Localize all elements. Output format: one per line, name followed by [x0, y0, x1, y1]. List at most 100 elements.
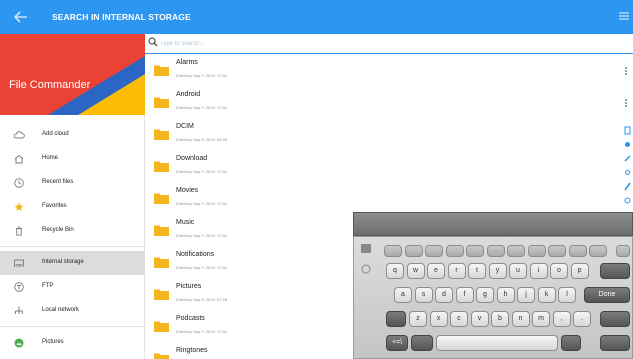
key-h[interactable]: h: [496, 287, 515, 303]
key-u[interactable]: u: [509, 263, 527, 279]
key-period[interactable]: .: [573, 311, 591, 327]
file-meta: Directory Sep 8, 2018, 04:08: [176, 137, 227, 142]
key-c[interactable]: c: [450, 311, 468, 327]
key-q[interactable]: q: [386, 263, 404, 279]
number-key[interactable]: [466, 245, 484, 257]
toolbar: SEARCH IN INTERNAL STORAGE: [0, 0, 633, 34]
key-t[interactable]: t: [468, 263, 486, 279]
emoji-key[interactable]: [411, 335, 433, 351]
keyboard-drag-handle[interactable]: [353, 212, 633, 236]
folder-icon: [154, 289, 169, 300]
delete-key[interactable]: [600, 263, 630, 279]
sidebar-item-pictures[interactable]: Pictures: [0, 331, 145, 355]
key-m[interactable]: m: [532, 311, 550, 327]
number-key[interactable]: [404, 245, 423, 257]
key-a[interactable]: a: [394, 287, 412, 303]
app-logo-banner: [0, 34, 145, 115]
key-n[interactable]: n: [511, 311, 530, 327]
star-icon: [14, 202, 24, 211]
number-key[interactable]: [445, 245, 464, 257]
file-meta: Directory Sep 7, 2018, 17:01: [176, 105, 227, 110]
keyboard-switch-key[interactable]: [600, 335, 630, 351]
backspace-key[interactable]: [616, 245, 630, 257]
key-r[interactable]: r: [447, 263, 466, 279]
space-key[interactable]: [436, 335, 558, 351]
key-j[interactable]: j: [517, 287, 535, 303]
number-key[interactable]: [568, 245, 587, 257]
sidebar-item-local-network[interactable]: Local network: [0, 299, 145, 323]
file-row[interactable]: Alarms Directory Sep 7, 2018, 17:01: [146, 55, 633, 87]
storage-icon: [14, 259, 24, 267]
sidebar-item-favorites[interactable]: Favorites: [0, 195, 145, 219]
key-d[interactable]: d: [435, 287, 453, 303]
hamburger-menu-icon[interactable]: [619, 11, 629, 21]
key-f[interactable]: f: [455, 287, 474, 303]
key-o[interactable]: o: [550, 263, 568, 279]
done-key[interactable]: Done: [584, 287, 630, 303]
key-l[interactable]: l: [558, 287, 576, 303]
key-w[interactable]: w: [406, 263, 425, 279]
file-name: Android: [176, 91, 201, 98]
file-name: Download: [176, 155, 208, 162]
number-key[interactable]: [527, 245, 546, 257]
search-bar: [145, 34, 633, 54]
arrow-key[interactable]: [561, 335, 581, 351]
more-options-icon[interactable]: [624, 98, 628, 108]
shift-right-key[interactable]: [600, 311, 630, 327]
sidebar-item-recycle-bin[interactable]: Recycle Bin: [0, 219, 145, 243]
file-row[interactable]: DCIM Directory Sep 8, 2018, 04:08: [146, 119, 633, 151]
sidebar-item-add-cloud[interactable]: Add cloud: [0, 123, 145, 147]
file-name: Ringtones: [176, 347, 208, 354]
share-icon[interactable]: [624, 140, 631, 149]
number-key[interactable]: [589, 245, 607, 257]
key-y[interactable]: y: [488, 263, 507, 279]
number-key[interactable]: [548, 245, 566, 257]
number-key[interactable]: [507, 245, 525, 257]
sidebar-item-internal-storage[interactable]: Internal storage: [0, 251, 145, 275]
key-z[interactable]: z: [409, 311, 427, 327]
sidebar-item-recent-files[interactable]: Recent files: [0, 171, 145, 195]
file-row[interactable]: Download Directory Sep 7, 2018, 17:01: [146, 151, 633, 183]
file-meta: Directory Sep 7, 2018, 17:01: [176, 265, 227, 270]
key-s[interactable]: s: [414, 287, 433, 303]
key-i[interactable]: i: [529, 263, 548, 279]
link-icon[interactable]: [624, 154, 631, 163]
key-x[interactable]: x: [429, 311, 448, 327]
edit-icon[interactable]: [624, 182, 631, 191]
sidebar-item-home[interactable]: Home: [0, 147, 145, 171]
arrow-left-icon[interactable]: [12, 8, 30, 26]
folder-icon: [154, 193, 169, 204]
search-input[interactable]: [160, 37, 460, 50]
key-v[interactable]: v: [470, 311, 489, 327]
key-k[interactable]: k: [537, 287, 556, 303]
folder-icon: [154, 65, 169, 76]
number-key[interactable]: [425, 245, 443, 257]
key-b[interactable]: b: [491, 311, 509, 327]
key-comma[interactable]: ,: [552, 311, 571, 327]
key-p[interactable]: p: [570, 263, 589, 279]
keyboard-settings-icon[interactable]: [358, 241, 376, 281]
file-name: Podcasts: [176, 315, 205, 322]
key-e[interactable]: e: [427, 263, 445, 279]
number-key[interactable]: [486, 245, 505, 257]
file-row[interactable]: Android Directory Sep 7, 2018, 17:01: [146, 87, 633, 119]
shift-key[interactable]: [386, 311, 406, 327]
folder-icon: [154, 161, 169, 172]
sidebar-item-label: Favorites: [42, 203, 67, 209]
search-icon: [148, 37, 158, 47]
file-name: Pictures: [176, 283, 202, 290]
file-meta: Directory Sep 7, 2018, 17:01: [176, 201, 227, 206]
cut-icon[interactable]: [624, 168, 631, 177]
drawer-divider: [0, 326, 145, 327]
file-meta: Directory Sep 7, 2018, 17:01: [176, 169, 227, 174]
sidebar-item-ftp[interactable]: FTP: [0, 275, 145, 299]
settings-icon[interactable]: [624, 196, 631, 205]
file-row[interactable]: Movies Directory Sep 7, 2018, 17:01: [146, 183, 633, 215]
number-key[interactable]: [384, 245, 402, 257]
symbols-key[interactable]: +=\: [386, 335, 408, 351]
more-options-icon[interactable]: [624, 66, 628, 76]
copy-icon[interactable]: [624, 126, 631, 135]
file-meta: Directory Sep 7, 2018, 17:01: [176, 329, 227, 334]
trash-icon: [16, 226, 22, 236]
key-g[interactable]: g: [476, 287, 494, 303]
